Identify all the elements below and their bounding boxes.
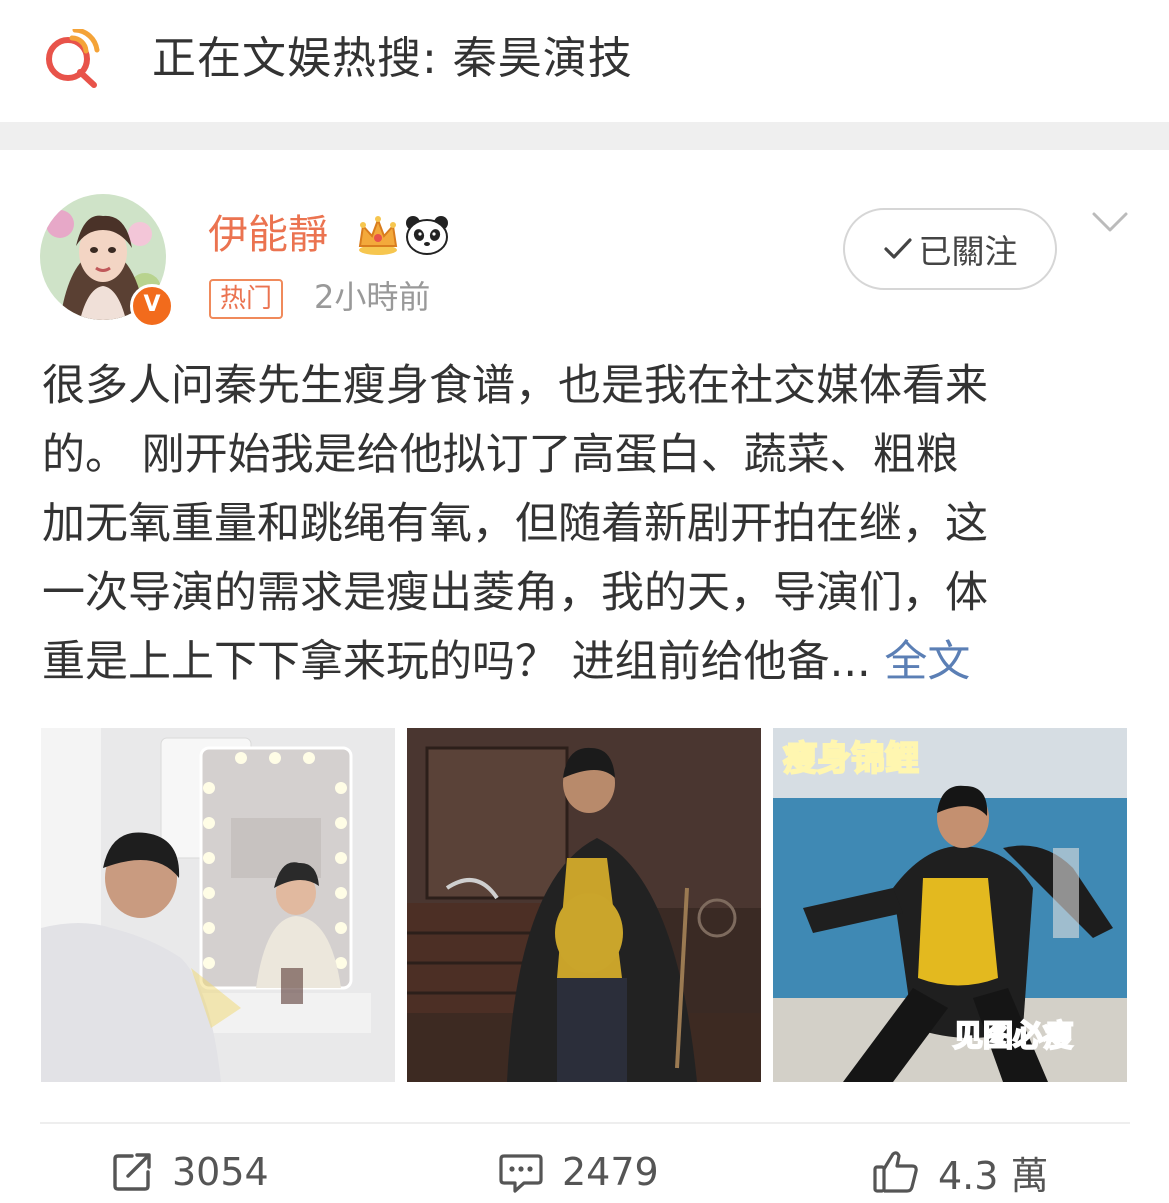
repost-icon <box>113 1153 151 1191</box>
overlay-bottom-text: 见图必瘦 <box>953 1019 1073 1054</box>
content-line-last: 重是上上下下拿来玩的吗？ 进组前给他备... 全文 <box>42 628 1132 697</box>
post-time: 2小時前 <box>314 278 431 316</box>
follow-button[interactable]: 已關注 <box>843 208 1057 290</box>
post-image-2[interactable] <box>407 728 761 1082</box>
hot-search-q-icon <box>46 29 100 88</box>
content-line: 的。 刚开始我是给他拟订了高蛋白、蔬菜、粗粮 <box>42 430 959 480</box>
overlay-top-text: 瘦身锦鲤 <box>783 739 919 779</box>
hot-search-bar[interactable]: 正在文娱热搜: 秦昊演技 <box>0 0 1169 122</box>
full-text-link[interactable]: 全文 <box>884 637 970 687</box>
repost-count: 3054 <box>172 1150 269 1194</box>
username[interactable]: 伊能靜 <box>208 208 328 262</box>
like-button[interactable]: 4.3 萬 <box>872 1142 1049 1202</box>
footer-divider <box>40 1122 1130 1124</box>
crown-member-icon <box>358 216 398 255</box>
like-count: 4.3 萬 <box>938 1153 1049 1198</box>
comment-icon <box>499 1154 543 1193</box>
hot-search-text[interactable]: 正在文娱热搜: 秦昊演技 <box>152 30 633 88</box>
repost-button[interactable]: 3054 <box>110 1142 269 1202</box>
check-icon <box>883 238 912 259</box>
comment-count: 2479 <box>562 1150 659 1194</box>
content-line: 重是上上下下拿来玩的吗？ 进组前给他备... <box>42 637 871 687</box>
thumbs-up-icon <box>873 1151 918 1193</box>
follow-button-label: 已關注 <box>918 232 1018 271</box>
verified-badge: V <box>130 284 174 328</box>
content-line: 加无氧重量和跳绳有氧，但随着新剧开拍在继，这 <box>42 499 988 549</box>
post-image-1[interactable] <box>41 728 395 1082</box>
content-line: 很多人问秦先生瘦身食谱，也是我在社交媒体看来 <box>42 361 988 411</box>
section-divider <box>0 122 1169 150</box>
hot-tag: 热门 <box>209 279 284 319</box>
chevron-down-icon[interactable] <box>1090 208 1130 238</box>
panda-icon <box>406 216 448 255</box>
post-image-3[interactable]: 瘦身锦鲤 见图必瘦 <box>773 728 1127 1082</box>
post-content: 很多人问秦先生瘦身食谱，也是我在社交媒体看来 的。 刚开始我是给他拟订了高蛋白、… <box>42 352 1132 697</box>
comment-button[interactable]: 2479 <box>498 1142 659 1202</box>
content-line: 一次导演的需求是瘦出菱角，我的天，导演们，体 <box>42 568 988 618</box>
